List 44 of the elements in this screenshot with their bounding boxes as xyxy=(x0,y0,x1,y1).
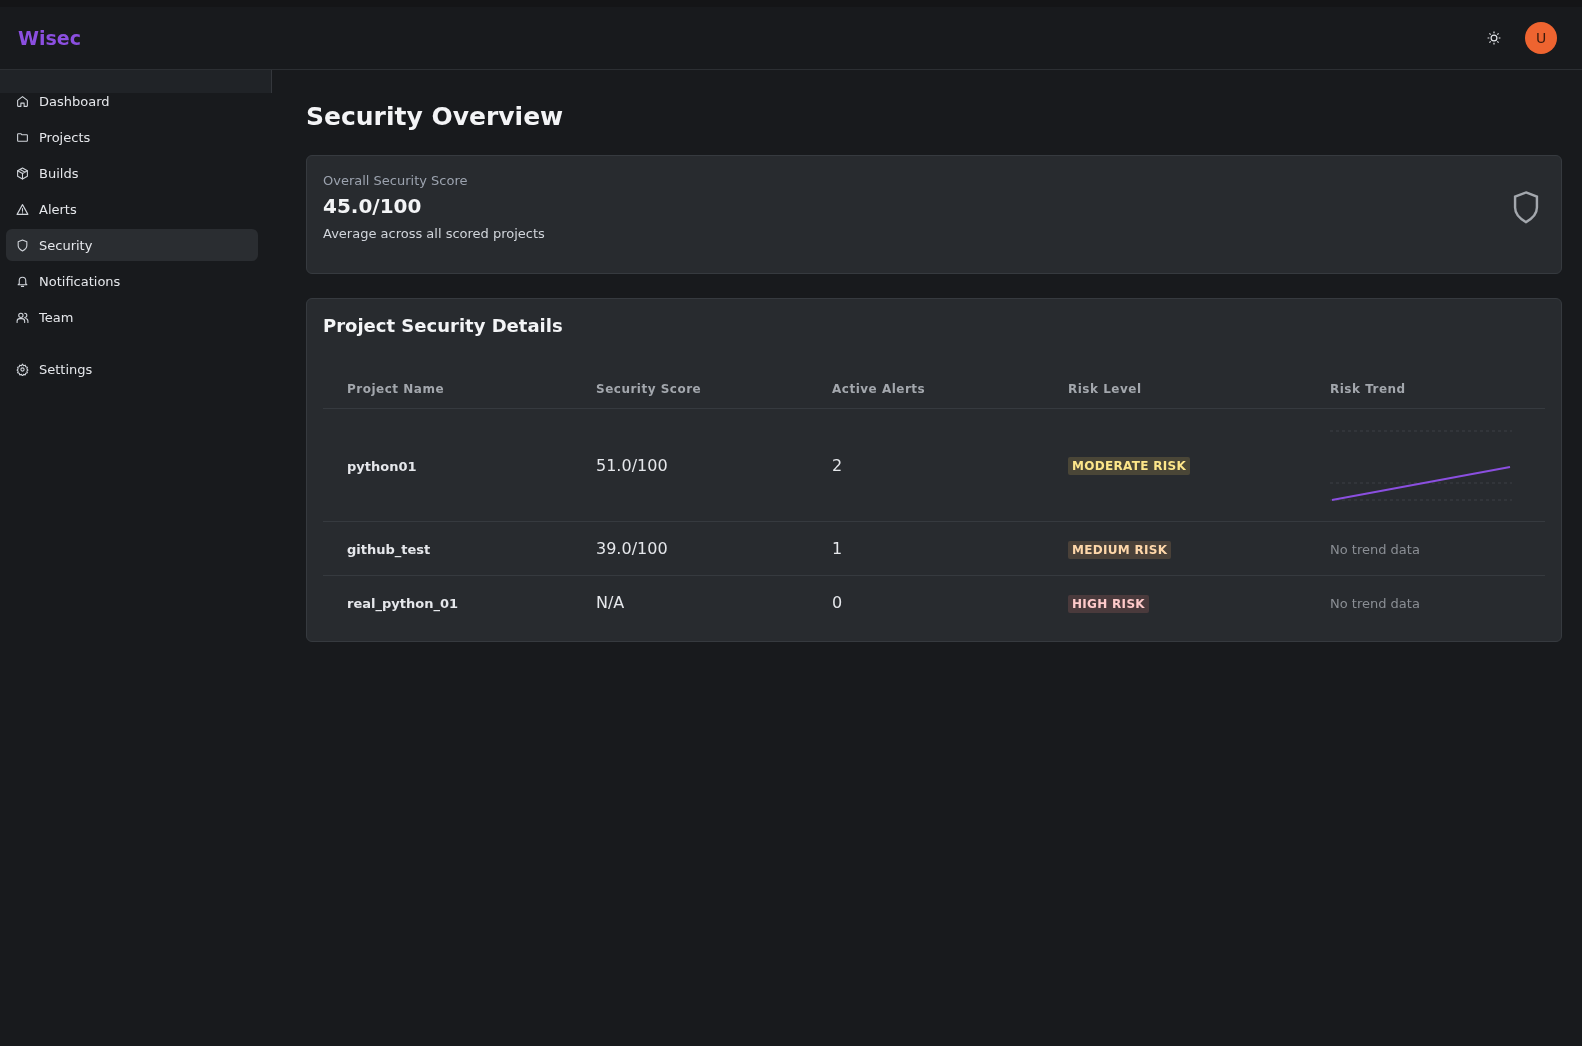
shield-icon xyxy=(1511,190,1541,224)
home-icon xyxy=(16,94,29,108)
risk-badge: HIGH RISK xyxy=(1068,594,1149,613)
score-label: Overall Security Score xyxy=(323,173,469,188)
users-icon xyxy=(16,310,29,324)
nav-item[interactable]: Projects xyxy=(6,121,258,153)
warning-icon xyxy=(16,202,29,216)
cube-icon xyxy=(16,166,29,180)
column-header: Security Score xyxy=(572,368,808,409)
settings-icon xyxy=(16,362,29,376)
nav-item[interactable]: Security xyxy=(6,229,258,261)
no-trend-text: No trend data xyxy=(1330,596,1420,611)
user-avatar[interactable]: U xyxy=(1525,22,1557,54)
nav-item[interactable]: Alerts xyxy=(6,193,258,225)
no-trend-text: No trend data xyxy=(1330,542,1420,557)
nav-item[interactable]: Notifications xyxy=(6,265,258,297)
nav-item[interactable]: Settings xyxy=(6,353,258,385)
alert-count: 2 xyxy=(832,455,843,475)
risk-badge: MODERATE RISK xyxy=(1068,457,1190,475)
column-header: Active Alerts xyxy=(808,368,1044,409)
section-title: Project Security Details xyxy=(323,315,564,336)
score-caption: Average across all scored projects xyxy=(323,226,545,241)
score-value: 45.0/100 xyxy=(323,194,423,218)
page-title: Security Overview xyxy=(306,102,565,131)
folder-icon xyxy=(16,130,29,144)
column-header: Risk Trend xyxy=(1306,368,1545,409)
column-header: Risk Level xyxy=(1044,368,1306,409)
bell-icon xyxy=(16,274,29,288)
project-name: python01 xyxy=(347,458,417,474)
security-score: N/A xyxy=(596,593,625,612)
sun-icon[interactable] xyxy=(1487,31,1501,45)
alert-count: 0 xyxy=(832,593,843,612)
column-header: Project Name xyxy=(323,368,572,409)
project-name: real_python_01 xyxy=(347,596,458,611)
alert-count: 1 xyxy=(832,539,843,558)
risk-badge: MEDIUM RISK xyxy=(1068,540,1172,559)
nav-item[interactable]: Team xyxy=(6,301,258,333)
security-score: 39.0/100 xyxy=(596,539,668,558)
project-name: github_test xyxy=(347,542,431,557)
security-score: 51.0/100 xyxy=(596,455,668,475)
shield-icon xyxy=(16,238,29,252)
nav-item[interactable]: Builds xyxy=(6,157,258,189)
brand-logo[interactable]: Wisec xyxy=(18,27,81,49)
nav-item[interactable]: Dashboard xyxy=(6,85,258,117)
